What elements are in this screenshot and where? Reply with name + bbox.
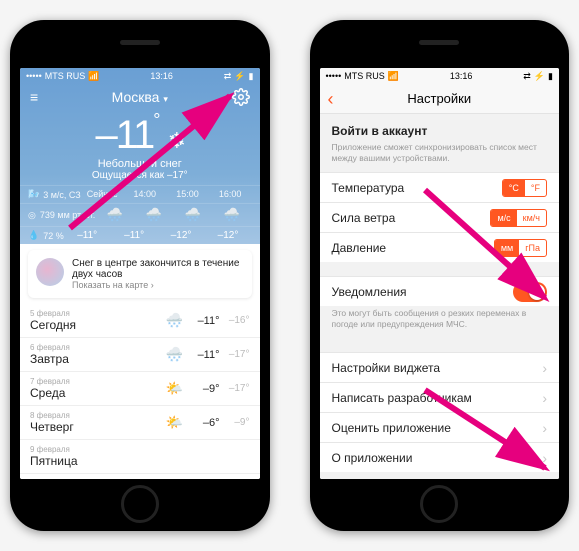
chevron-right-icon: › <box>542 360 547 376</box>
day-row[interactable]: 9 февраляПятница <box>20 440 260 474</box>
wind-row: 🌬️ 3 м/с, СЗ Сейчас 14:00 15:00 16:00 <box>20 185 260 203</box>
row-widget[interactable]: Настройки виджета› <box>320 352 560 382</box>
row-about[interactable]: О приложении› <box>320 442 560 472</box>
gear-icon[interactable] <box>232 88 250 106</box>
nav-bar: ‹ Настройки <box>320 84 560 114</box>
toggle-notifications[interactable] <box>513 282 547 302</box>
day-row[interactable]: 6 февраляЗавтра 🌨️ –11° –17° <box>20 338 260 372</box>
phone-weather: •••••MTS RUS📶 13:16 ⇄⚡▮ ≡ Москва ▾ –11° … <box>10 20 270 531</box>
chevron-right-icon: › <box>542 420 547 436</box>
alert-link[interactable]: Показать на карте › <box>72 280 244 290</box>
row-temperature[interactable]: Температура °C °F <box>320 172 560 202</box>
alert-text: Снег в центре закончится в течение двух … <box>72 258 244 280</box>
nav-title: Настройки <box>407 91 471 106</box>
daily-forecast: 5 февраляСегодня 🌨️ –11° –16° 6 февраляЗ… <box>20 304 260 479</box>
hour-labels: Сейчас 14:00 15:00 16:00 <box>81 189 252 200</box>
screen-weather: •••••MTS RUS📶 13:16 ⇄⚡▮ ≡ Москва ▾ –11° … <box>20 68 260 479</box>
screen-settings: •••••MTS RUS📶 13:16 ⇄⚡▮ ‹ Настройки Войт… <box>320 68 560 479</box>
segment-wind[interactable]: м/с км/ч <box>490 209 547 227</box>
humidity-row: 💧 72 % –11° –11° –12° –12° <box>20 226 260 244</box>
chevron-right-icon: › <box>542 390 547 406</box>
day-row[interactable]: 8 февраляЧетверг 🌤️ –6° –9° <box>20 406 260 440</box>
row-feedback[interactable]: Написать разработчикам› <box>320 382 560 412</box>
alert-card[interactable]: Снег в центре закончится в течение двух … <box>28 250 252 298</box>
phone-settings: •••••MTS RUS📶 13:16 ⇄⚡▮ ‹ Настройки Войт… <box>310 20 570 531</box>
home-button[interactable] <box>121 485 159 523</box>
login-note: Приложение сможет синхронизировать списо… <box>320 140 560 172</box>
status-time: 13:16 <box>150 71 173 81</box>
segment-temperature[interactable]: °C °F <box>502 179 547 197</box>
city-name[interactable]: Москва <box>112 89 160 105</box>
feels-like: Ощущается как –17° <box>20 170 260 181</box>
status-time: 13:16 <box>450 71 473 81</box>
row-pressure[interactable]: Давление мм гПа <box>320 232 560 262</box>
login-header[interactable]: Войти в аккаунт <box>320 114 560 140</box>
map-blob-icon <box>36 258 64 286</box>
segment-pressure[interactable]: мм гПа <box>494 239 547 257</box>
row-wind[interactable]: Сила ветра м/с км/ч <box>320 202 560 232</box>
back-icon[interactable]: ‹ <box>328 90 334 108</box>
weather-header: •••••MTS RUS📶 13:16 ⇄⚡▮ ≡ Москва ▾ –11° … <box>20 68 260 244</box>
condition: Небольшой снег <box>20 158 260 170</box>
status-bar: •••••MTS RUS📶 13:16 ⇄⚡▮ <box>320 68 560 84</box>
row-rate[interactable]: Оценить приложение› <box>320 412 560 442</box>
day-row[interactable]: 7 февраляСреда 🌤️ –9° –17° <box>20 372 260 406</box>
chevron-right-icon: › <box>542 450 547 466</box>
day-row[interactable]: 5 февраляСегодня 🌨️ –11° –16° <box>20 304 260 338</box>
menu-icon[interactable]: ≡ <box>30 89 48 105</box>
status-bar: •••••MTS RUS📶 13:16 ⇄⚡▮ <box>20 68 260 84</box>
current-temp: –11° ❄︎ <box>20 110 260 158</box>
pressure-row: ◎ 739 мм рт. ст. 🌨️ 🌨️ 🌨️ 🌨️ <box>20 203 260 226</box>
home-button[interactable] <box>420 485 458 523</box>
notif-note: Это могут быть сообщения о резких переме… <box>320 306 560 338</box>
row-notifications[interactable]: Уведомления <box>320 276 560 306</box>
